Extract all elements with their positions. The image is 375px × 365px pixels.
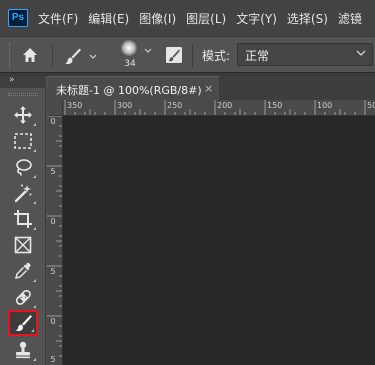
tool-group-indicator [33,305,36,308]
vertical-ruler[interactable]: 0 5 0 5 0 5 [47,116,63,365]
magic-wand-icon [14,184,32,203]
brush-size-picker[interactable]: 34 [116,40,156,72]
ruler-label: 50 [367,101,375,110]
brush-settings-panel-button[interactable] [165,46,183,64]
menu-bar: Ps 文件(F) 编辑(E) 图像(I) 图层(L) 文字(Y) 选择(S) 滤… [0,0,375,36]
lasso-icon [16,159,32,176]
blend-mode-value: 正常 [245,49,270,63]
healing-brush-tool[interactable] [8,284,38,310]
menu-select[interactable]: 选择(S) [287,10,328,27]
ruler-label: 100 [317,101,333,110]
tool-group-indicator [31,329,34,332]
tool-group-indicator [33,227,36,230]
rect-marquee-icon [14,133,32,149]
tool-group-indicator [33,279,36,282]
stamp-icon [16,341,30,359]
canvas-viewport[interactable] [64,117,375,365]
ruler-label: 0 [50,117,56,126]
document-tab-title: 未标题-1 @ 100%(RGB/8#) [56,84,202,97]
home-icon [23,48,37,62]
menu-filter[interactable]: 滤镜 [338,10,362,27]
tools-panel: » [0,75,46,365]
menu-file[interactable]: 文件(F) [38,10,78,27]
mode-label: 模式: [202,49,231,63]
tool-group-indicator [33,175,36,178]
vertical-ruler-ticks [47,116,62,357]
frame-tool[interactable] [8,232,38,258]
eyedropper-tool[interactable] [8,258,38,284]
ruler-label: 300 [117,101,133,110]
photoshop-logo: Ps [8,9,28,27]
ruler-label: 5 [50,355,56,364]
options-bar-grip[interactable] [9,43,11,69]
options-bar: 34 模式: 正常 [0,36,375,73]
magic-wand-tool[interactable] [8,180,38,206]
home-button[interactable] [20,45,40,65]
tool-group-indicator [33,358,36,361]
document-area: 未标题-1 @ 100%(RGB/8#) × 350 300 250 200 1… [47,76,375,365]
brush-tool[interactable] [8,310,38,336]
close-icon[interactable]: × [204,82,213,95]
menu-layer[interactable]: 图层(L) [186,10,226,27]
eyedropper-icon [14,262,31,280]
tools-panel-grip[interactable] [8,93,38,96]
ruler-label: 0 [50,317,56,326]
ruler-label: 0 [50,217,56,226]
brush-preset-picker[interactable] [62,45,102,67]
brush-icon [15,315,32,332]
move-icon [14,106,32,124]
ruler-label: 200 [217,101,233,110]
healing-brush-icon [15,289,31,305]
tools-collapse-button[interactable]: » [0,75,46,88]
move-tool[interactable] [8,102,38,128]
brush-size-value: 34 [124,59,136,69]
frame-icon [14,236,32,254]
document-tab[interactable]: 未标题-1 @ 100%(RGB/8#) × [47,76,219,100]
tool-group-indicator [33,123,36,126]
marquee-tool[interactable] [8,128,38,154]
menu-image[interactable]: 图像(I) [139,10,176,27]
ruler-label: 350 [67,101,83,110]
document-tab-bar: 未标题-1 @ 100%(RGB/8#) × [47,76,375,100]
ruler-label: 5 [50,167,56,176]
lasso-tool[interactable] [8,154,38,180]
crop-tool[interactable] [8,206,38,232]
tool-group-indicator [33,201,36,204]
options-separator [192,44,193,67]
chevron-down-icon [356,50,366,56]
ruler-label: 150 [267,101,283,110]
ruler-label: 5 [50,267,56,276]
ruler-label: 250 [167,101,183,110]
blend-mode-select[interactable]: 正常 [237,43,373,66]
chevron-down-icon [144,48,152,53]
horizontal-ruler[interactable]: 350 300 250 200 150 100 50 [63,100,375,116]
tool-group-indicator [33,149,36,152]
chevron-down-icon [89,54,97,59]
menu-type[interactable]: 文字(Y) [236,10,277,27]
crop-icon [14,210,32,228]
brush-tip-preview [121,40,137,56]
double-chevron-icon: » [9,75,14,85]
ruler-origin[interactable] [47,100,63,116]
menu-edit[interactable]: 编辑(E) [88,10,129,27]
brush-settings-icon [166,47,182,63]
options-separator [52,44,53,67]
brush-preset-icon [65,48,81,65]
clone-stamp-tool[interactable] [8,337,38,363]
